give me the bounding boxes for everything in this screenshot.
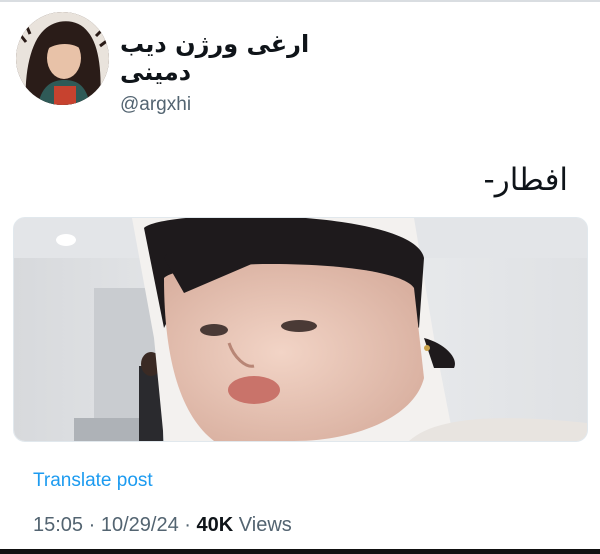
views-label: Views (238, 514, 292, 536)
tweet-time[interactable]: 15:05 (33, 514, 83, 536)
media-photo (14, 218, 587, 441)
tweet-date[interactable]: 10/29/24 (101, 514, 179, 536)
tweet-header: ارغی ورژن دیب دمینی @argxhi (16, 12, 584, 115)
avatar[interactable] (16, 12, 109, 105)
avatar-image (16, 12, 109, 105)
top-divider (0, 0, 600, 2)
username-handle[interactable]: @argxhi (120, 95, 340, 115)
views-count: 40K (196, 514, 234, 536)
meta-separator: · (88, 514, 96, 536)
display-name[interactable]: ارغی ورژن دیب دمینی (120, 30, 340, 86)
meta-separator: · (184, 514, 191, 536)
tweet-text: افطار- (483, 162, 568, 198)
user-names: ارغی ورژن دیب دمینی @argxhi (120, 30, 340, 115)
tweet-metadata: 15:05 · 10/29/24 · 40K Views (33, 514, 292, 537)
tweet-media[interactable] (13, 217, 588, 442)
translate-post-link[interactable]: Translate post (33, 470, 153, 492)
bottom-bar (0, 549, 600, 554)
